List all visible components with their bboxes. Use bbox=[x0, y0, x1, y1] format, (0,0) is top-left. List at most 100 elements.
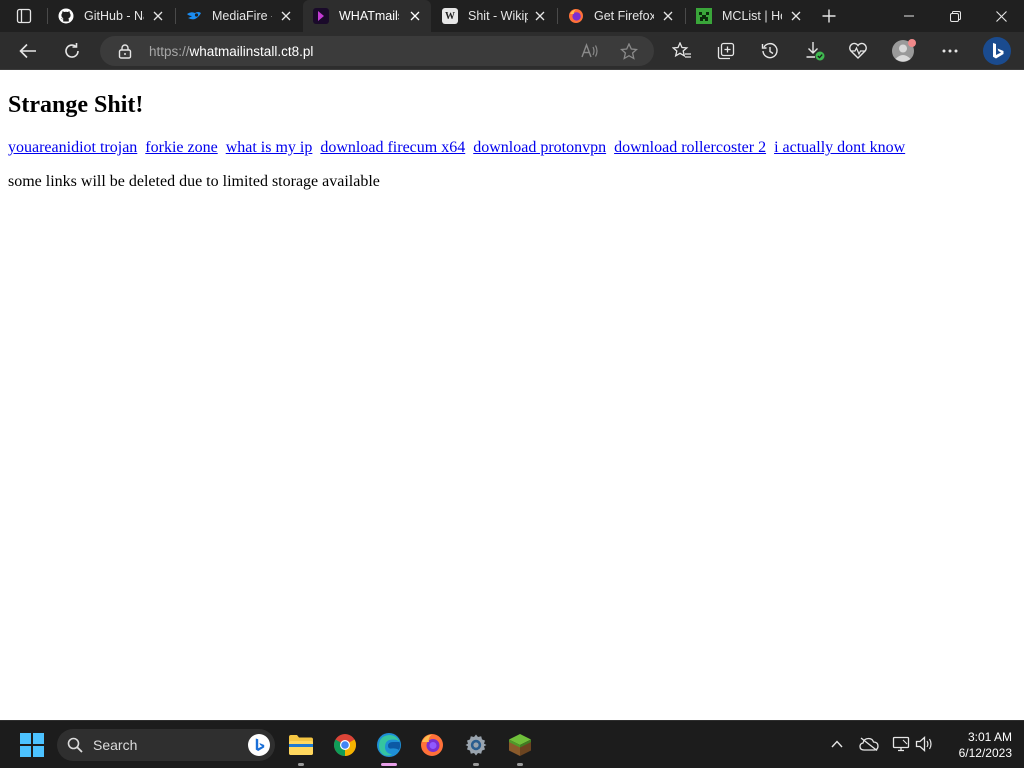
downloads-button[interactable] bbox=[800, 36, 830, 66]
running-indicator bbox=[298, 763, 304, 766]
taskbar-app-edge[interactable] bbox=[370, 726, 408, 766]
search-icon bbox=[67, 737, 83, 758]
taskbar-app-chrome[interactable] bbox=[326, 726, 364, 764]
cloud-offline-icon bbox=[859, 737, 879, 751]
link-download-firecum[interactable]: download firecum x64 bbox=[320, 139, 465, 156]
running-indicator bbox=[473, 763, 479, 766]
firefox-icon bbox=[421, 734, 443, 756]
edge-icon bbox=[377, 733, 401, 757]
close-icon[interactable] bbox=[532, 8, 548, 24]
taskbar-app-settings[interactable] bbox=[457, 726, 495, 766]
tab-wikipedia[interactable]: W Shit - Wikip bbox=[432, 0, 556, 32]
close-icon[interactable] bbox=[407, 8, 423, 24]
close-icon bbox=[995, 10, 1007, 22]
close-icon[interactable] bbox=[788, 8, 804, 24]
link-list: youareanidiot trojan forkie zone what is… bbox=[8, 138, 909, 157]
lock-icon[interactable] bbox=[118, 44, 132, 64]
settings-icon bbox=[465, 734, 487, 756]
tab-strip: GitHub - Na MediaFire - WHATmails W Shit… bbox=[0, 0, 1024, 32]
settings-more-button[interactable] bbox=[935, 36, 965, 66]
favorite-star-button[interactable] bbox=[617, 40, 641, 62]
show-hidden-icons-button[interactable] bbox=[826, 733, 848, 755]
close-icon[interactable] bbox=[150, 8, 166, 24]
read-aloud-icon bbox=[581, 43, 598, 58]
taskbar-app-minecraft[interactable] bbox=[501, 726, 539, 766]
restore-icon bbox=[949, 10, 961, 22]
chevron-up-icon bbox=[831, 740, 843, 748]
taskbar: Search 3:01 AM 6/12/2023 bbox=[0, 720, 1024, 768]
link-forkie-zone[interactable]: forkie zone bbox=[145, 139, 217, 156]
collections-icon bbox=[717, 42, 735, 60]
tab-title: MCList | Ho bbox=[722, 9, 782, 23]
bing-copilot-button[interactable] bbox=[981, 35, 1013, 67]
minimize-icon bbox=[904, 15, 914, 17]
link-i-actually-dont-know[interactable]: i actually dont know bbox=[774, 139, 905, 156]
clock-date: 6/12/2023 bbox=[958, 746, 1012, 760]
url-host: whatmailinstall.ct8.pl bbox=[189, 44, 314, 59]
download-icon bbox=[806, 42, 825, 61]
refresh-icon bbox=[65, 43, 79, 58]
page-title: Strange Shit! bbox=[8, 92, 144, 118]
url-text[interactable]: https://whatmailinstall.ct8.pl bbox=[149, 44, 313, 59]
onedrive-button[interactable] bbox=[858, 733, 880, 755]
refresh-button[interactable] bbox=[57, 36, 87, 66]
back-button[interactable] bbox=[13, 36, 43, 66]
minimize-button[interactable] bbox=[886, 0, 932, 32]
star-add-icon bbox=[620, 42, 638, 60]
search-label: Search bbox=[93, 737, 138, 753]
wikipedia-icon: W bbox=[442, 8, 458, 24]
taskbar-app-firefox[interactable] bbox=[413, 726, 451, 764]
tab-mclist[interactable]: MCList | Ho bbox=[686, 0, 812, 32]
link-download-rollercoster[interactable]: download rollercoster 2 bbox=[614, 139, 766, 156]
heartbeat-icon bbox=[849, 42, 867, 59]
link-what-is-my-ip[interactable]: what is my ip bbox=[226, 139, 313, 156]
link-youareanidiot-trojan[interactable]: youareanidiot trojan bbox=[8, 139, 137, 156]
read-aloud-button[interactable] bbox=[578, 40, 602, 62]
tab-github[interactable]: GitHub - Na bbox=[48, 0, 174, 32]
file-explorer-icon bbox=[289, 735, 313, 755]
volume-button[interactable] bbox=[913, 733, 935, 755]
history-icon bbox=[761, 42, 778, 59]
storage-notice: some links will be deleted due to limite… bbox=[8, 173, 380, 190]
clock-time: 3:01 AM bbox=[967, 730, 1012, 744]
close-window-button[interactable] bbox=[978, 0, 1024, 32]
tab-mediafire[interactable]: MediaFire - bbox=[176, 0, 302, 32]
address-bar[interactable]: https://whatmailinstall.ct8.pl bbox=[100, 36, 654, 66]
url-scheme: https:// bbox=[149, 44, 190, 59]
history-button[interactable] bbox=[755, 36, 785, 66]
minecraft-icon bbox=[509, 734, 531, 756]
taskbar-clock[interactable]: 3:01 AM 6/12/2023 bbox=[940, 729, 1012, 761]
plus-icon bbox=[822, 9, 836, 23]
link-download-protonvpn[interactable]: download protonvpn bbox=[473, 139, 606, 156]
back-arrow-icon bbox=[19, 43, 36, 59]
github-icon bbox=[58, 8, 74, 24]
tab-title: WHATmails bbox=[339, 9, 399, 23]
close-icon[interactable] bbox=[278, 8, 294, 24]
taskbar-app-file-explorer[interactable] bbox=[282, 726, 320, 766]
chrome-icon bbox=[334, 734, 356, 756]
browser-toolbar: https://whatmailinstall.ct8.pl bbox=[0, 32, 1024, 94]
bing-icon bbox=[247, 733, 271, 757]
favorites-icon bbox=[672, 42, 691, 58]
profile-button[interactable] bbox=[889, 36, 919, 66]
collections-button[interactable] bbox=[711, 36, 741, 66]
favorites-button[interactable] bbox=[667, 36, 697, 66]
avatar-icon bbox=[892, 39, 916, 62]
tab-firefox[interactable]: Get Firefox bbox=[558, 0, 684, 32]
page-content: Strange Shit! youareanidiot trojan forki… bbox=[0, 71, 1024, 720]
windows-logo-icon bbox=[20, 733, 44, 757]
network-icon bbox=[892, 736, 910, 752]
close-icon[interactable] bbox=[660, 8, 676, 24]
mediafire-icon bbox=[186, 8, 202, 24]
network-button[interactable] bbox=[890, 733, 912, 755]
firefox-icon bbox=[568, 8, 584, 24]
start-button[interactable] bbox=[13, 726, 51, 764]
tab-actions-button[interactable] bbox=[10, 3, 38, 29]
new-tab-button[interactable] bbox=[816, 3, 842, 29]
bing-icon bbox=[983, 37, 1011, 65]
restore-button[interactable] bbox=[932, 0, 978, 32]
tab-title: Shit - Wikip bbox=[468, 9, 528, 23]
taskbar-search[interactable]: Search bbox=[57, 729, 275, 761]
tab-whatmails[interactable]: WHATmails bbox=[303, 0, 431, 32]
browser-essentials-button[interactable] bbox=[843, 36, 873, 66]
